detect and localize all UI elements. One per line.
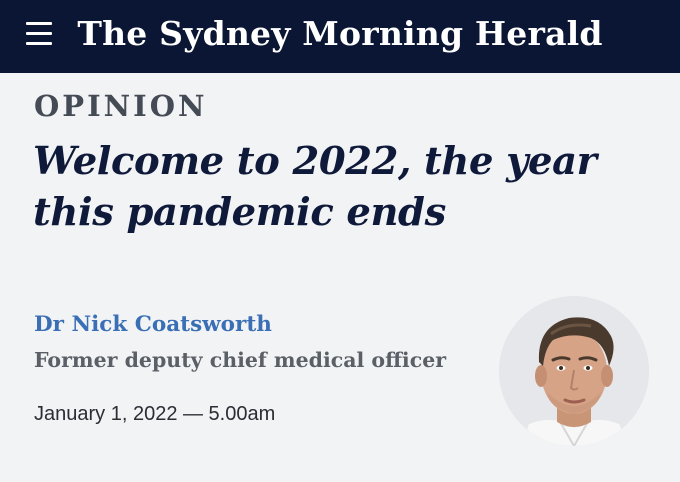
author-portrait bbox=[499, 296, 649, 446]
masthead-logo[interactable]: The Sydney Morning Herald bbox=[0, 12, 680, 56]
author-avatar bbox=[499, 296, 649, 446]
top-navigation-bar: The Sydney Morning Herald bbox=[0, 0, 680, 73]
section-label[interactable]: OPINION bbox=[34, 88, 207, 124]
author-role: Former deputy chief medical officer bbox=[34, 348, 447, 372]
article-page: The Sydney Morning Herald OPINION Welcom… bbox=[0, 0, 680, 482]
author-name-link[interactable]: Dr Nick Coatsworth bbox=[34, 311, 272, 339]
publish-date: January 1, 2022 — 5.00am bbox=[34, 403, 276, 425]
article-headline: Welcome to 2022, the year this pandemic … bbox=[33, 139, 597, 235]
